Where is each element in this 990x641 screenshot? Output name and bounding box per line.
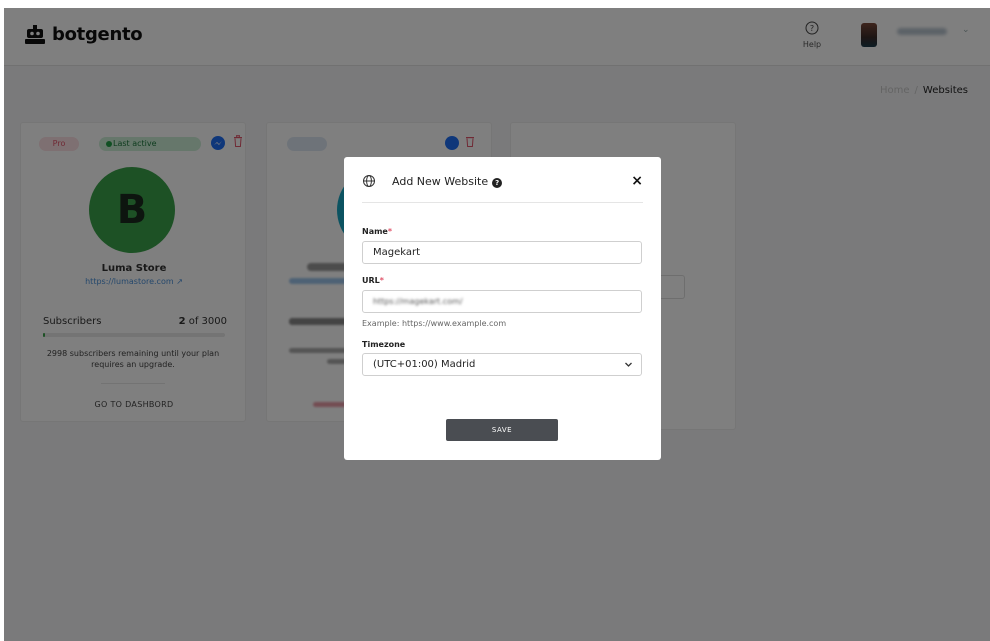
- url-help-text: Example: https://www.example.com: [362, 319, 507, 328]
- name-label: Name*: [362, 227, 392, 236]
- modal-title-text: Add New Website: [392, 175, 489, 188]
- timezone-select[interactable]: (UTC+01:00) Madrid: [362, 353, 642, 376]
- url-label-text: URL: [362, 276, 380, 285]
- timezone-value: (UTC+01:00) Madrid: [373, 359, 476, 370]
- name-input[interactable]: Magekart: [362, 241, 642, 264]
- info-icon[interactable]: ?: [492, 178, 503, 188]
- globe-icon: [363, 175, 375, 187]
- modal-title: Add New Website?: [392, 175, 503, 188]
- url-input-value: https://magekart.com/: [373, 297, 463, 306]
- add-website-modal: Add New Website? × Name* Magekart URL* h…: [344, 157, 661, 460]
- name-label-text: Name: [362, 227, 388, 236]
- required-mark: *: [387, 227, 393, 236]
- close-button[interactable]: ×: [631, 173, 643, 189]
- required-mark: *: [379, 276, 384, 285]
- save-button[interactable]: SAVE: [446, 419, 558, 441]
- url-input[interactable]: https://magekart.com/: [362, 290, 642, 313]
- chevron-down-icon: [625, 362, 632, 367]
- url-label: URL*: [362, 276, 384, 285]
- modal-header: Add New Website? ×: [362, 173, 643, 203]
- timezone-label: Timezone: [362, 340, 406, 349]
